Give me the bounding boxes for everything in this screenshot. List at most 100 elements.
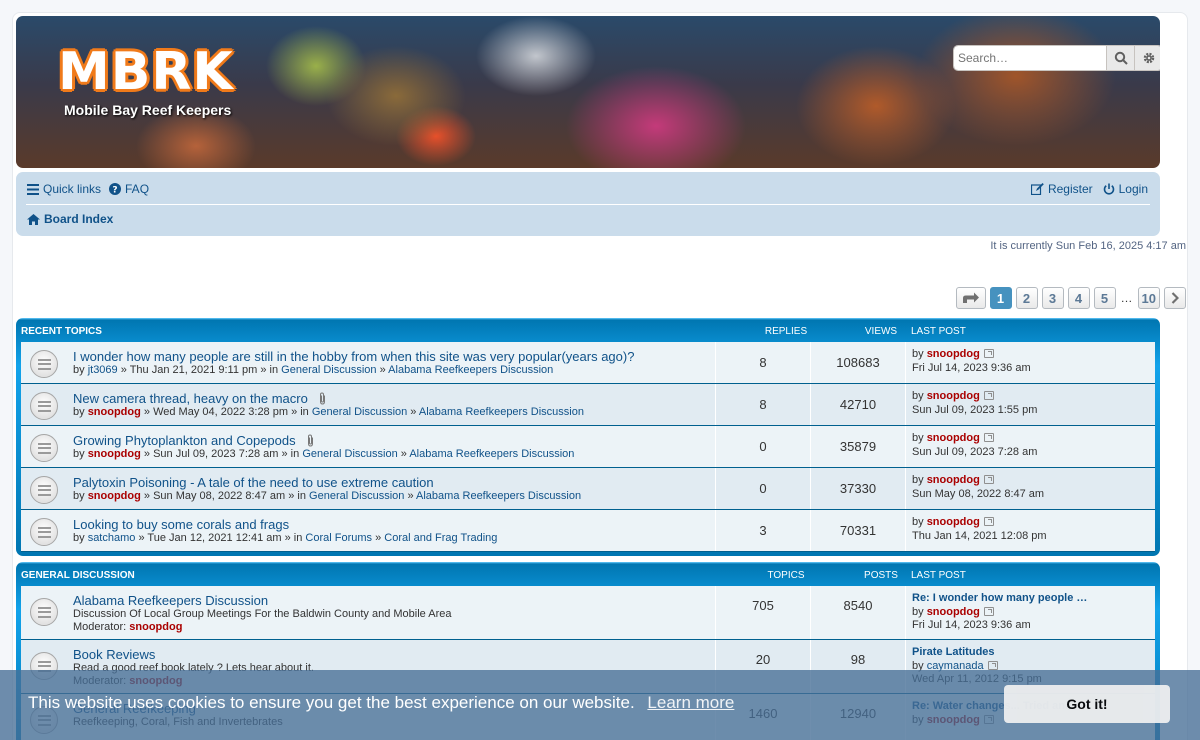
topic-author[interactable]: snoopdog xyxy=(88,448,141,460)
view-latest-post-icon[interactable] xyxy=(983,349,994,358)
view-latest-post-icon[interactable] xyxy=(983,475,994,484)
topic-author[interactable]: snoopdog xyxy=(88,406,141,418)
last-post-date: Fri Jul 14, 2023 9:36 am xyxy=(912,362,1031,374)
next-page-button[interactable] xyxy=(1164,287,1186,309)
faq-link[interactable]: ? FAQ xyxy=(109,182,149,196)
topic-subforum-link[interactable]: Alabama Reefkeepers Discussion xyxy=(416,490,581,502)
col-last-post: Last Post xyxy=(911,326,966,337)
last-post-author[interactable]: snoopdog xyxy=(927,390,980,402)
last-post-date: Sun Jul 09, 2023 7:28 am xyxy=(912,446,1038,458)
page-3[interactable]: 3 xyxy=(1041,287,1064,309)
topics-count: 705 xyxy=(752,598,774,613)
topic-by-label: by xyxy=(73,448,85,460)
topic-author[interactable]: satchamo xyxy=(88,532,136,544)
topic-read-icon xyxy=(30,598,58,626)
topic-forum-link[interactable]: General Discussion xyxy=(281,364,376,376)
forum-title[interactable]: Alabama Reefkeepers Discussion xyxy=(73,593,268,608)
views-count: 35879 xyxy=(839,439,877,454)
view-latest-post-icon[interactable] xyxy=(983,517,994,526)
topic-forum-link[interactable]: General Discussion xyxy=(309,490,404,502)
topic-title[interactable]: I wonder how many people are still in th… xyxy=(73,349,634,364)
view-latest-post-icon[interactable] xyxy=(983,391,994,400)
last-post-cell: by snoopdog Fri Jul 14, 2023 9:36 am xyxy=(905,342,1155,383)
pagination: 1 2 3 4 5 … 10 xyxy=(955,287,1186,309)
site-tagline: Mobile Bay Reef Keepers xyxy=(64,102,232,118)
last-post-date: Fri Jul 14, 2023 9:36 am xyxy=(912,619,1031,631)
topic-author[interactable]: snoopdog xyxy=(88,490,141,502)
view-latest-post-icon[interactable] xyxy=(987,661,998,670)
last-post-author[interactable]: snoopdog xyxy=(927,474,980,486)
forum-row: Alabama Reefkeepers Discussion Discussion… xyxy=(21,586,1155,640)
topic-title[interactable]: Growing Phytoplankton and Copepods xyxy=(73,433,296,448)
topic-meta: by satchamo » Tue Jan 12, 2021 12:41 am … xyxy=(73,532,498,544)
topic-date: » Sun Jul 09, 2023 7:28 am » in xyxy=(143,448,300,460)
login-label: Login xyxy=(1118,182,1148,196)
topic-read-icon xyxy=(30,518,58,546)
topic-forum-link[interactable]: General Discussion xyxy=(302,448,397,460)
last-post-author[interactable]: snoopdog xyxy=(927,606,980,618)
topic-row: Palytoxin Poisoning - A tale of the need… xyxy=(21,468,1155,510)
topic-lines-glyph xyxy=(37,484,51,496)
replies-count: 0 xyxy=(759,439,767,454)
last-post-author[interactable]: snoopdog xyxy=(927,516,980,528)
topic-subforum-link[interactable]: Alabama Reefkeepers Discussion xyxy=(419,406,584,418)
page-2[interactable]: 2 xyxy=(1015,287,1038,309)
recent-topics-list: I wonder how many people are still in th… xyxy=(21,342,1155,552)
topic-title[interactable]: Looking to buy some corals and frags xyxy=(73,517,289,532)
topic-lines-glyph xyxy=(37,358,51,370)
page-last[interactable]: 10 xyxy=(1137,287,1160,309)
page-5[interactable]: 5 xyxy=(1093,287,1116,309)
page-4[interactable]: 4 xyxy=(1067,287,1090,309)
last-post-title[interactable]: Re: I wonder how many people … xyxy=(912,592,1087,604)
register-link[interactable]: Register xyxy=(1030,182,1093,196)
topic-lines-glyph xyxy=(37,606,51,618)
login-link[interactable]: Login xyxy=(1103,182,1148,196)
last-post-author-line: by snoopdog xyxy=(912,606,994,618)
posts-count: 8540 xyxy=(843,598,873,613)
learn-more-link[interactable]: Learn more xyxy=(647,693,734,712)
gear-icon xyxy=(1143,52,1154,64)
col-last-post: Last Post xyxy=(911,570,966,581)
cookie-banner: This website uses cookies to ensure you … xyxy=(0,670,1200,740)
topic-row: Looking to buy some corals and frags by s… xyxy=(21,510,1155,552)
jump-to-page-button[interactable] xyxy=(955,287,986,309)
replies-count: 8 xyxy=(759,397,767,412)
views-cell: 37330 xyxy=(810,468,905,509)
quick-links-menu[interactable]: Quick links xyxy=(27,182,101,196)
last-post-date: Sun May 08, 2022 8:47 am xyxy=(912,488,1045,500)
topic-author[interactable]: jt3069 xyxy=(88,364,118,376)
page-1[interactable]: 1 xyxy=(989,287,1012,309)
hamburger-icon xyxy=(27,183,39,195)
last-post-cell: Re: I wonder how many people … by snoopdo… xyxy=(905,586,1155,639)
search-button[interactable] xyxy=(1106,46,1134,70)
last-post-author-line: by snoopdog xyxy=(912,390,994,402)
topic-title[interactable]: Palytoxin Poisoning - A tale of the need… xyxy=(73,475,434,490)
topic-subforum-link[interactable]: Alabama Reefkeepers Discussion xyxy=(409,448,574,460)
topic-subforum-link[interactable]: Coral and Frag Trading xyxy=(384,532,497,544)
topic-forum-link[interactable]: General Discussion xyxy=(312,406,407,418)
topic-by-label: by xyxy=(73,364,85,376)
got-it-button[interactable]: Got it! xyxy=(1004,685,1170,723)
quick-links-label: Quick links xyxy=(43,182,102,196)
topic-by-label: by xyxy=(73,406,85,418)
search-input[interactable] xyxy=(954,46,1106,70)
moderator-name[interactable]: snoopdog xyxy=(129,621,182,633)
views-count: 70331 xyxy=(839,523,877,538)
site-logo[interactable]: MBRK xyxy=(58,42,234,102)
topic-title[interactable]: New camera thread, heavy on the macro xyxy=(73,391,308,406)
topic-forum-link[interactable]: Coral Forums xyxy=(305,532,372,544)
view-latest-post-icon[interactable] xyxy=(983,433,994,442)
board-index-link[interactable]: Board Index xyxy=(44,212,113,226)
view-latest-post-icon[interactable] xyxy=(983,607,994,616)
pagination-ellipsis: … xyxy=(1120,291,1133,305)
advanced-search-button[interactable] xyxy=(1134,46,1160,70)
last-post-author[interactable]: snoopdog xyxy=(927,348,980,360)
last-post-author[interactable]: snoopdog xyxy=(927,432,980,444)
recent-topics-header: Recent Topics Replies Views Last Post xyxy=(21,318,1155,342)
last-post-title[interactable]: Pirate Latitudes xyxy=(912,646,995,658)
topic-date: » Wed May 04, 2022 3:28 pm » in xyxy=(143,406,309,418)
topic-read-icon xyxy=(30,392,58,420)
forum-title[interactable]: Book Reviews xyxy=(73,647,155,662)
topic-subforum-link[interactable]: Alabama Reefkeepers Discussion xyxy=(388,364,553,376)
replies-cell: 8 xyxy=(715,342,810,383)
